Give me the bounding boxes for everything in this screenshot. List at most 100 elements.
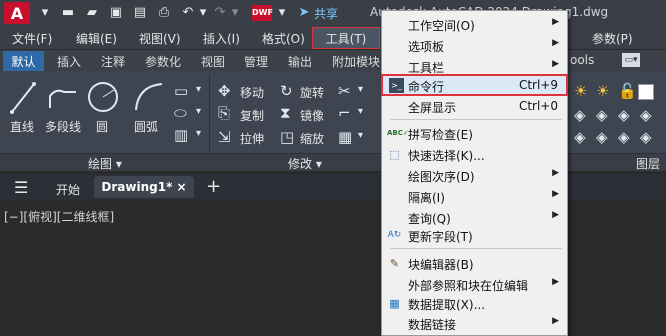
layer-delete-icon[interactable]: ◈ (640, 128, 652, 146)
rotate-icon[interactable]: ↻ (280, 82, 293, 100)
menu-item-block-editor[interactable]: ✎ 块编辑器(B) (381, 253, 568, 274)
rectangle-dropdown-icon[interactable]: ▾ (196, 84, 201, 95)
tab-insert[interactable]: 插入 (57, 53, 81, 70)
save-icon[interactable]: ▣ (108, 5, 124, 21)
new-icon[interactable]: ▬ (60, 5, 76, 21)
print-icon[interactable]: ⎙ (156, 5, 172, 21)
fillet-icon[interactable]: ⌐ (338, 104, 351, 122)
array-dropdown-icon[interactable]: ▾ (358, 130, 363, 141)
tab-default[interactable]: 默认 (3, 51, 44, 71)
mirror-icon[interactable]: ⧗ (280, 104, 291, 122)
line-label[interactable]: 直线 (10, 118, 34, 135)
line-icon[interactable] (8, 80, 38, 116)
arc-icon[interactable] (132, 80, 166, 114)
menu-insert[interactable]: 插入(I) (203, 30, 240, 47)
open-icon[interactable]: ▰ (84, 5, 100, 21)
layer-state-icon[interactable]: ◈ (574, 128, 586, 146)
layer-color-swatch[interactable] (638, 84, 654, 100)
menu-edit[interactable]: 编辑(E) (76, 30, 117, 47)
save-as-icon[interactable]: ▤ (132, 5, 148, 21)
menu-view[interactable]: 视图(V) (139, 30, 181, 47)
trim-icon[interactable]: ✂ (338, 82, 351, 100)
menu-item-draw-order[interactable]: 绘图次序(D) ▶ (381, 165, 568, 186)
menu-item-data-extraction[interactable]: ▦ 数据提取(X)... (381, 293, 568, 314)
menu-item-shortcut: Ctrl+0 (518, 99, 558, 113)
app-logo[interactable]: A (4, 2, 30, 24)
hamburger-menu-icon[interactable]: ☰ (14, 178, 28, 197)
gradient-dropdown-icon[interactable]: ▾ (196, 128, 201, 139)
menu-item-palettes[interactable]: 选项板 ▶ (381, 35, 568, 56)
viewport-controls[interactable]: [−][俯视][二维线框] (4, 208, 114, 225)
layer-walk-icon[interactable]: ◈ (596, 128, 608, 146)
scale-icon[interactable]: ◳ (280, 128, 294, 146)
hatch-icon[interactable]: ⬭ (174, 104, 187, 122)
tab-tools[interactable]: ools (570, 53, 594, 67)
menu-parametric[interactable]: 参数(P) (592, 30, 633, 47)
layer-sun-icon[interactable]: ☀ (574, 82, 587, 100)
circle-label[interactable]: 圆 (96, 118, 108, 135)
fillet-dropdown-icon[interactable]: ▾ (358, 106, 363, 117)
gradient-icon[interactable]: ▥ (174, 126, 188, 144)
scale-label[interactable]: 缩放 (300, 130, 324, 147)
tab-addins[interactable]: 附加模块 (332, 53, 380, 70)
tab-view[interactable]: 视图 (201, 53, 225, 70)
share-icon[interactable]: ➤ (296, 5, 312, 21)
share-label[interactable]: 共享 (314, 5, 338, 22)
draw-panel-title[interactable]: 绘图 ▾ (88, 155, 122, 172)
menu-item-command-line[interactable]: >_ 命令行 Ctrl+9 (381, 74, 568, 96)
hatch-dropdown-icon[interactable]: ▾ (196, 106, 201, 117)
dropdown-icon[interactable]: ▾ (38, 5, 52, 21)
layer-panel-title[interactable]: 图层 (636, 155, 660, 172)
array-icon[interactable]: ▦ (338, 128, 352, 146)
tab-parametric[interactable]: 参数化 (145, 53, 181, 70)
undo-dropdown-icon[interactable]: ▾ (198, 5, 208, 21)
polyline-icon[interactable] (46, 84, 80, 112)
copy-label[interactable]: 复制 (240, 107, 264, 124)
qat-menu-icon[interactable]: ▾ (276, 5, 288, 21)
trim-dropdown-icon[interactable]: ▾ (358, 84, 363, 95)
submenu-arrow-icon: ▶ (552, 17, 559, 27)
rectangle-icon[interactable]: ▭ (174, 82, 188, 100)
move-icon[interactable]: ✥ (218, 82, 231, 100)
arc-label[interactable]: 圆弧 (134, 118, 158, 135)
stretch-icon[interactable]: ⇲ (218, 128, 231, 146)
menu-item-workspaces[interactable]: 工作空间(O) ▶ (381, 14, 568, 35)
tab-output[interactable]: 输出 (288, 53, 312, 70)
menu-file[interactable]: 文件(F) (12, 30, 52, 47)
layer-merge-icon[interactable]: ◈ (618, 128, 630, 146)
menu-item-quick-select[interactable]: ⬚ 快速选择(K)... (381, 144, 568, 165)
layer-freeze-icon[interactable]: ☀ (596, 82, 609, 100)
copy-icon[interactable]: ⎘ (218, 104, 230, 122)
layer-isolate-icon[interactable]: ◈ (618, 106, 630, 124)
new-tab-button[interactable]: + (206, 176, 221, 197)
menu-item-update-fields[interactable]: A↻ 更新字段(T) (381, 225, 568, 246)
tab-manage[interactable]: 管理 (244, 53, 268, 70)
undo-icon[interactable]: ↶ (180, 5, 196, 21)
menu-format[interactable]: 格式(O) (262, 30, 305, 47)
menu-item-data-link[interactable]: 数据链接 ▶ (381, 313, 568, 334)
close-tab-icon[interactable]: × (177, 180, 187, 194)
menu-item-xref-edit[interactable]: 外部参照和块在位编辑 ▶ (381, 274, 568, 295)
mirror-label[interactable]: 镜像 (300, 107, 324, 124)
stretch-label[interactable]: 拉伸 (240, 130, 264, 147)
layer-props-icon[interactable]: ◈ (574, 106, 586, 124)
redo-icon[interactable]: ↷ (212, 5, 228, 21)
redo-dropdown-icon[interactable]: ▾ (230, 5, 240, 21)
menu-tools[interactable]: 工具(T) (312, 27, 380, 49)
menu-item-fullscreen[interactable]: 全屏显示 Ctrl+0 (381, 96, 568, 117)
layer-match-icon[interactable]: ◈ (640, 106, 652, 124)
tab-start[interactable]: 开始 (56, 181, 80, 198)
tab-annotate[interactable]: 注释 (101, 53, 125, 70)
rotate-label[interactable]: 旋转 (300, 84, 324, 101)
polyline-label[interactable]: 多段线 (45, 118, 81, 135)
modify-panel-title[interactable]: 修改 ▾ (288, 155, 322, 172)
circle-icon[interactable] (86, 80, 120, 114)
menu-item-spell-check[interactable]: ABC✓ 拼写检查(E) (381, 123, 568, 144)
dwf-icon[interactable]: DWF (252, 5, 273, 21)
layer-off-icon[interactable]: ◈ (596, 106, 608, 124)
tab-drawing1[interactable]: Drawing1* × (94, 176, 194, 198)
layer-lock-icon[interactable]: 🔓 (618, 82, 637, 100)
menu-item-isolate[interactable]: 隔离(I) ▶ (381, 186, 568, 207)
move-label[interactable]: 移动 (240, 84, 264, 101)
ribbon-options-icon[interactable]: ▭▾ (622, 53, 640, 67)
